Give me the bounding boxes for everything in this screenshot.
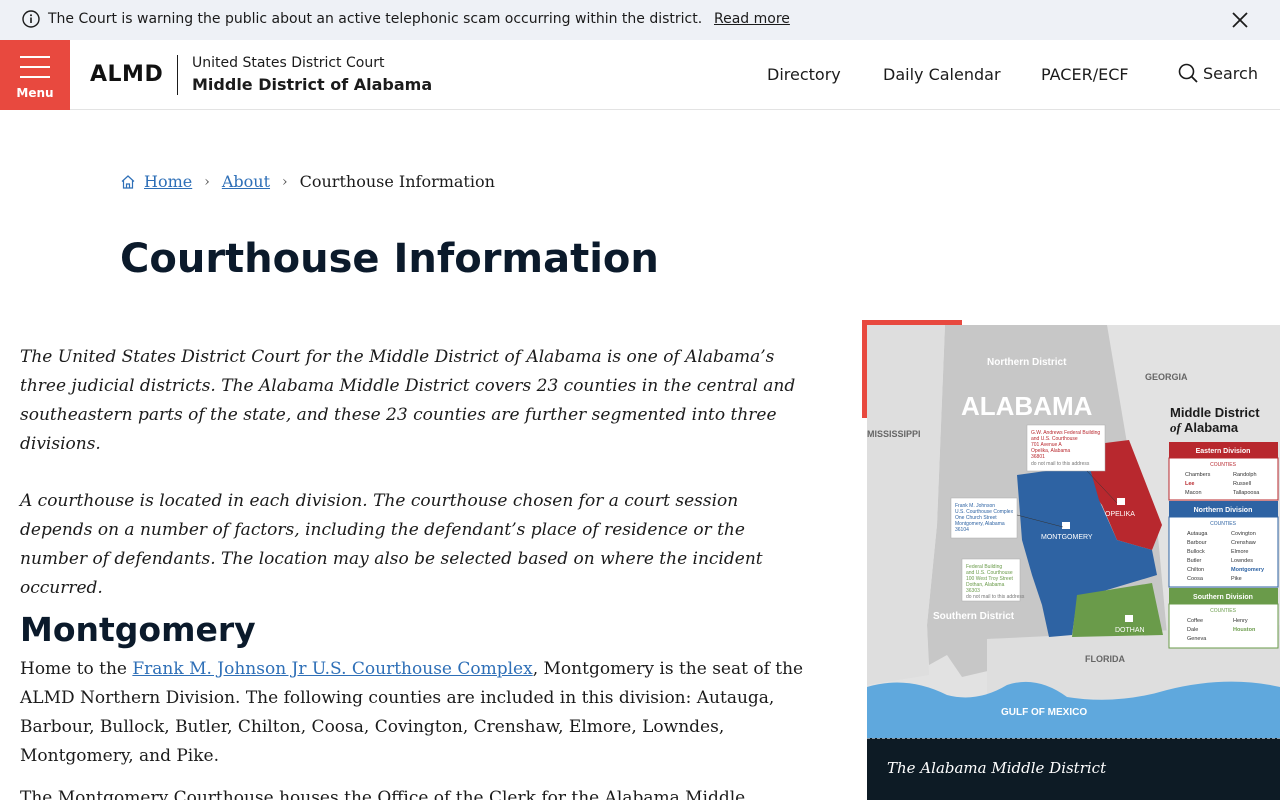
breadcrumb: Home › About › Courthouse Information [120,172,495,191]
svg-text:Crenshaw: Crenshaw [1231,540,1256,546]
map-caption-text: The Alabama Middle District [887,759,1107,777]
svg-text:Geneva: Geneva [1187,636,1207,642]
map-florida-label: FLORIDA [1085,654,1125,664]
svg-text:Coosa: Coosa [1187,576,1204,582]
map-northern-district-label: Northern District [987,357,1067,368]
dothan-callout: Federal Building and U.S. Courthouse 100… [961,558,1025,602]
intro-paragraph: The United States District Court for the… [20,347,796,454]
map-state-label: ALABAMA [961,391,1093,421]
court-name[interactable]: United States District Court [192,55,384,71]
hamburger-icon-bar [20,76,50,78]
svg-text:COUNTIES: COUNTIES [1210,521,1237,527]
svg-text:36801: 36801 [1031,454,1045,460]
map-gulf-label: GULF OF MEXICO [1001,707,1087,718]
courthouse-icon [1062,522,1070,529]
search-icon [1178,63,1198,83]
alert-banner: The Court is warning the public about an… [0,0,1280,40]
svg-text:Bullock: Bullock [1187,549,1205,555]
svg-text:Northern Division: Northern Division [1194,507,1253,514]
hamburger-icon-bar [20,66,50,68]
home-icon [121,174,135,189]
montgomery-clerk-paragraph: The Montgomery Courthouse houses the Off… [20,788,746,800]
svg-text:of Alabama: of Alabama [1170,420,1239,435]
svg-text:Covington: Covington [1231,531,1256,537]
search-label: Search [1203,63,1258,83]
nav-pacer-ecf[interactable]: PACER/ECF [1041,65,1129,84]
svg-text:Russell: Russell [1233,481,1251,487]
nav-daily-calendar[interactable]: Daily Calendar [883,65,1001,84]
hamburger-icon [20,56,50,58]
svg-text:Montgomery: Montgomery [1231,567,1265,573]
svg-text:COUNTIES: COUNTIES [1210,608,1237,614]
chevron-right-icon: › [282,173,288,190]
svg-text:Lowndes: Lowndes [1231,558,1253,564]
svg-text:Lee: Lee [1185,481,1194,487]
alert-message: The Court is warning the public about an… [48,11,703,27]
logo-divider [177,55,178,95]
svg-text:Henry: Henry [1233,618,1248,624]
svg-text:Macon: Macon [1185,490,1202,496]
map-georgia-label: GEORGIA [1145,372,1188,382]
montgomery-text: Home to the [20,659,133,679]
svg-text:Randolph: Randolph [1233,472,1257,478]
svg-text:Barbour: Barbour [1187,540,1207,546]
map-city-opelika: OPELIKA [1105,511,1135,518]
map-city-dothan: DOTHAN [1115,627,1145,634]
nav-directory[interactable]: Directory [767,65,841,84]
svg-text:do not mail to this address: do not mail to this address [966,594,1025,600]
svg-text:do not mail to this address: do not mail to this address [1031,461,1090,467]
svg-text:COUNTIES: COUNTIES [1210,462,1237,468]
svg-text:Houston: Houston [1233,627,1256,633]
svg-text:36104: 36104 [955,527,969,533]
svg-text:Elmore: Elmore [1231,549,1248,555]
intro-paragraph: A courthouse is located in each division… [20,491,763,598]
svg-text:Middle District: Middle District [1170,405,1260,420]
breadcrumb-about[interactable]: About [222,172,270,191]
map-caption: The Alabama Middle District [867,738,1280,800]
site-header: Menu ALMD United States District Court M… [0,40,1280,110]
district-name[interactable]: Middle District of Alabama [192,75,432,94]
chevron-right-icon: › [204,173,210,190]
svg-text:Butler: Butler [1187,558,1202,564]
svg-text:Chilton: Chilton [1187,567,1204,573]
close-icon[interactable] [1230,10,1250,30]
menu-button[interactable]: Menu [0,40,70,110]
site-logo[interactable]: ALMD [90,62,163,87]
breadcrumb-home[interactable]: Home [144,172,192,191]
map-southern-district-label: Southern District [933,611,1015,622]
svg-text:Coffee: Coffee [1187,618,1203,624]
svg-text:Autauga: Autauga [1187,531,1208,537]
district-map: ALABAMA Northern District Southern Distr… [867,325,1280,738]
section-title-montgomery: Montgomery [20,610,256,649]
courthouse-complex-link[interactable]: Frank M. Johnson Jr U.S. Courthouse Comp… [132,659,532,679]
alert-read-more-link[interactable]: Read more [714,11,790,27]
info-icon [22,10,40,28]
svg-text:Southern Division: Southern Division [1193,594,1253,601]
courthouse-icon [1117,498,1125,505]
menu-label: Menu [16,86,54,100]
page-title: Courthouse Information [120,236,659,282]
svg-text:Tallapoosa: Tallapoosa [1233,490,1260,496]
map-mississippi-label: MISSISSIPPI [867,429,921,439]
montgomery-paragraph: Home to the Frank M. Johnson Jr U.S. Cou… [20,655,810,771]
svg-text:Dale: Dale [1187,627,1198,633]
search-button[interactable]: Search [1177,62,1258,84]
svg-text:Pike: Pike [1231,576,1242,582]
svg-text:Chambers: Chambers [1185,472,1211,478]
map-city-montgomery: MONTGOMERY [1041,534,1093,541]
courthouse-icon [1125,615,1133,622]
svg-text:Eastern Division: Eastern Division [1196,448,1251,455]
breadcrumb-current: Courthouse Information [299,172,495,191]
